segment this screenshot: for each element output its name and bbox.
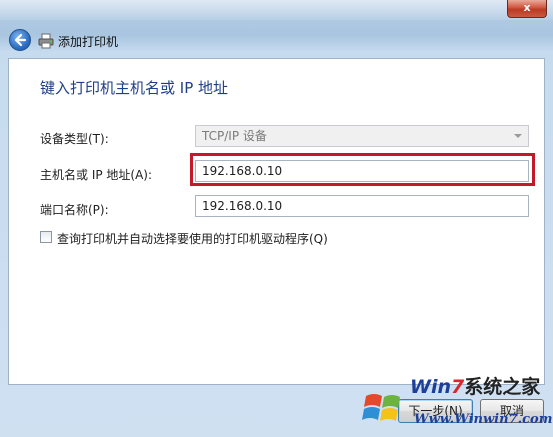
- printer-icon: [38, 33, 54, 49]
- port-name-input[interactable]: 192.168.0.10: [195, 195, 529, 217]
- wizard-footer: 下一步(N) 取消: [0, 386, 553, 437]
- close-button[interactable]: x: [507, 0, 547, 18]
- port-name-value: 192.168.0.10: [202, 199, 283, 213]
- back-button[interactable]: [9, 29, 31, 51]
- title-bar: x: [0, 0, 553, 20]
- navigation-bar: 添加打印机: [0, 24, 553, 58]
- device-type-value: TCP/IP 设备: [202, 129, 267, 143]
- query-printer-label[interactable]: 查询打印机并自动选择要使用的打印机驱动程序(Q): [57, 230, 328, 247]
- page-heading: 键入打印机主机名或 IP 地址: [40, 79, 229, 97]
- query-printer-checkbox[interactable]: [40, 231, 52, 243]
- cancel-button[interactable]: 取消: [480, 399, 544, 423]
- device-type-label: 设备类型(T):: [40, 132, 109, 146]
- add-printer-window: x 添加打印机 键入打印机主机名或 IP 地址 设备类型(T): TCP/IP …: [0, 0, 553, 437]
- wizard-title: 添加打印机: [58, 35, 119, 49]
- port-name-label: 端口名称(P):: [40, 203, 109, 217]
- dropdown-arrow-icon: [514, 134, 522, 138]
- back-arrow-icon: [14, 33, 27, 47]
- highlight-annotation: [190, 153, 535, 186]
- wizard-content: 键入打印机主机名或 IP 地址 设备类型(T): TCP/IP 设备 主机名或 …: [8, 58, 545, 385]
- hostname-label: 主机名或 IP 地址(A):: [40, 168, 153, 182]
- device-type-select: TCP/IP 设备: [195, 125, 529, 147]
- next-button[interactable]: 下一步(N): [398, 399, 473, 423]
